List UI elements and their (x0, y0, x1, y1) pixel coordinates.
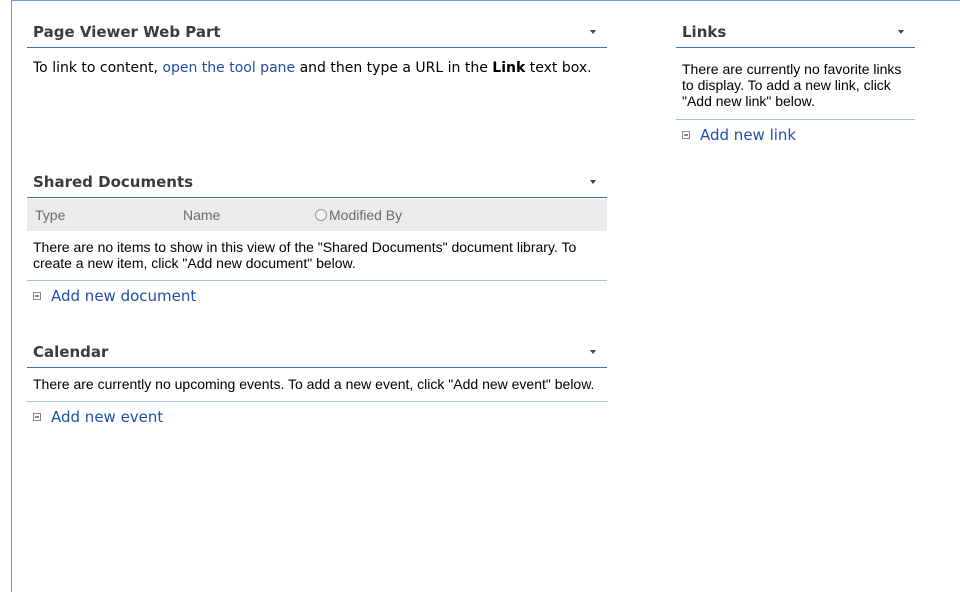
shared-documents-title[interactable]: Shared Documents (33, 173, 193, 191)
page-viewer-body: To link to content, open the tool pane a… (27, 48, 607, 77)
page-viewer-text-end: text box. (525, 60, 592, 76)
dropdown-arrow-icon (590, 29, 596, 34)
calendar-menu-button[interactable] (585, 344, 601, 360)
dropdown-arrow-icon (590, 349, 596, 354)
add-new-document-link[interactable]: Add new document (27, 281, 607, 311)
dropdown-arrow-icon (590, 179, 596, 184)
links-menu-button[interactable] (893, 24, 909, 40)
calendar-title[interactable]: Calendar (33, 343, 108, 361)
page-viewer-text-start: To link to content, (33, 60, 163, 76)
add-new-document-label[interactable]: Add new document (51, 287, 196, 305)
links-empty-message: There are currently no favorite links to… (676, 48, 915, 120)
add-new-event-label[interactable]: Add new event (51, 408, 163, 426)
add-item-icon (682, 131, 690, 139)
page-frame-top (11, 0, 960, 1)
calendar-empty-message: There are currently no upcoming events. … (27, 368, 607, 402)
shared-documents-empty-message: There are no items to show in this view … (27, 231, 607, 281)
column-header-name[interactable]: Name (183, 207, 315, 223)
calendar-web-part: Calendar There are currently no upcoming… (27, 336, 607, 432)
select-radio-icon[interactable] (315, 209, 327, 221)
links-title[interactable]: Links (682, 23, 726, 41)
page-viewer-text-middle: and then type a URL in the (295, 60, 493, 76)
open-tool-pane-link[interactable]: open the tool pane (162, 60, 295, 76)
web-part-title-bar: Page Viewer Web Part (27, 16, 607, 48)
right-zone: Links There are currently no favorite li… (676, 16, 915, 150)
add-new-event-link[interactable]: Add new event (27, 402, 607, 432)
shared-documents-web-part: Shared Documents Type Name Modified By T… (27, 166, 607, 336)
link-label-bold: Link (492, 60, 526, 76)
page-viewer-title: Page Viewer Web Part (33, 22, 221, 41)
add-item-icon (33, 292, 41, 300)
page-viewer-web-part: Page Viewer Web Part To link to content,… (27, 16, 607, 166)
left-zone: Page Viewer Web Part To link to content,… (27, 16, 607, 432)
library-column-headers: Type Name Modified By (27, 199, 607, 231)
column-header-modified-by[interactable]: Modified By (315, 207, 402, 223)
column-header-type[interactable]: Type (35, 207, 183, 223)
links-web-part: Links There are currently no favorite li… (676, 16, 915, 150)
dropdown-arrow-icon (898, 29, 904, 34)
page-viewer-menu-button[interactable] (585, 24, 601, 40)
add-new-link-link[interactable]: Add new link (676, 120, 915, 150)
shared-documents-menu-button[interactable] (585, 174, 601, 190)
web-part-title-bar: Shared Documents (27, 166, 607, 198)
web-part-title-bar: Links (676, 16, 915, 48)
add-new-link-label[interactable]: Add new link (700, 126, 796, 144)
modified-by-label: Modified By (329, 207, 403, 223)
web-part-title-bar: Calendar (27, 336, 607, 368)
add-item-icon (33, 413, 41, 421)
page-frame-left (11, 0, 12, 592)
